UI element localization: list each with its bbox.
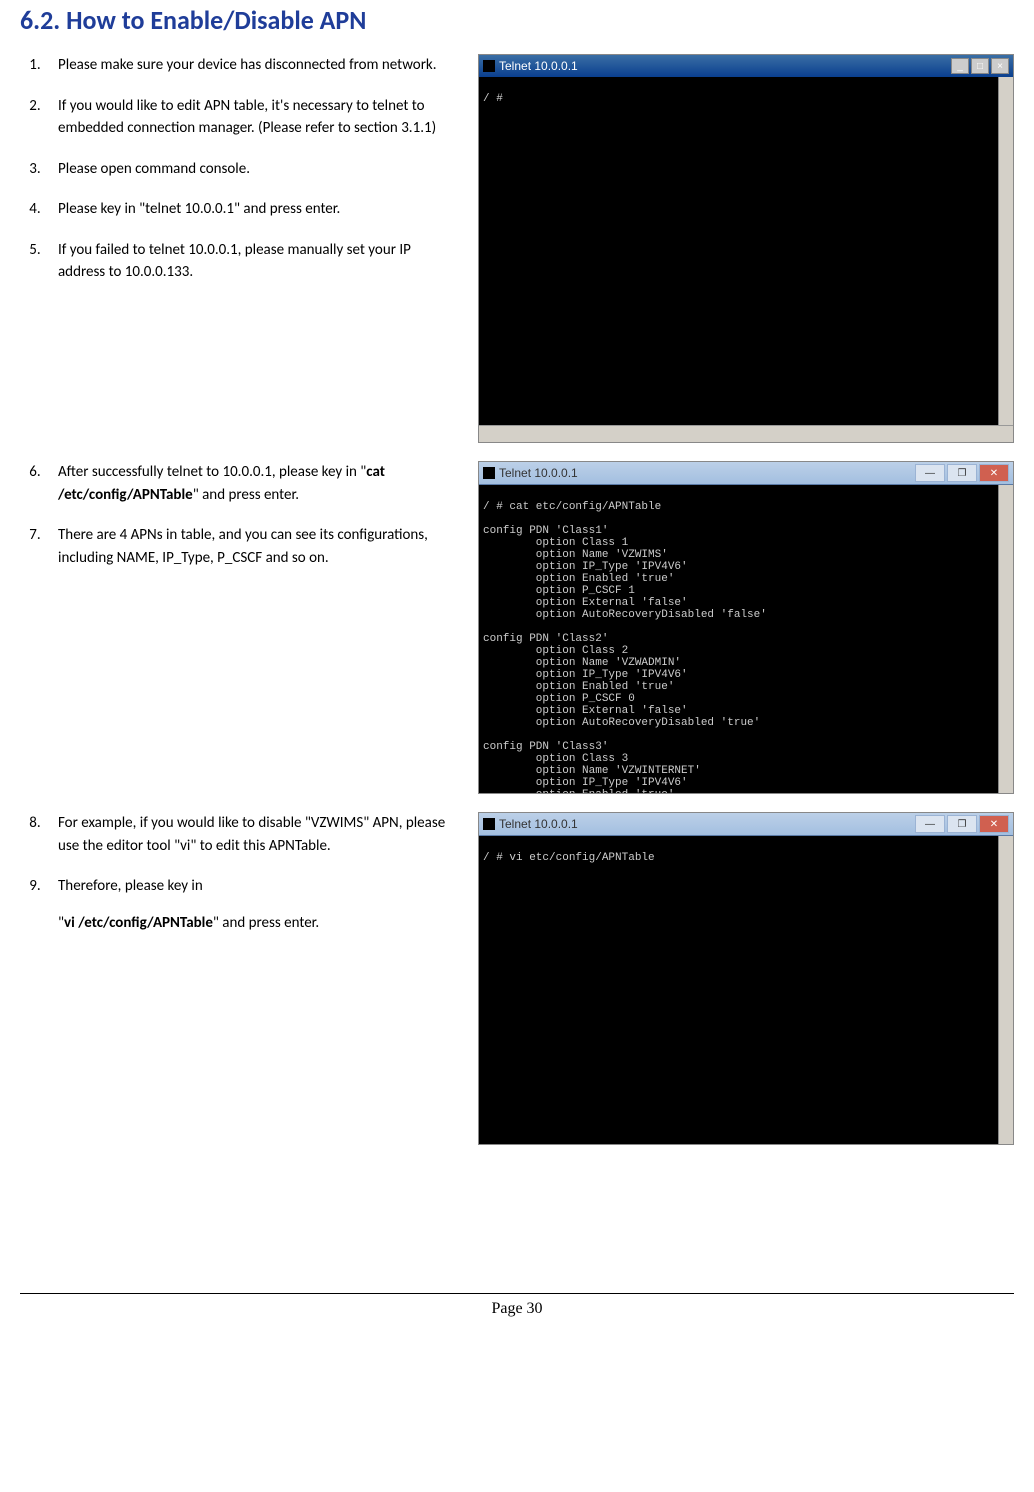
window-controls: _ □ × — [951, 58, 1009, 74]
maximize-button[interactable]: □ — [971, 58, 989, 74]
page-footer: Page 30 — [20, 1293, 1014, 1318]
terminal-icon — [483, 467, 495, 479]
scrollbar[interactable] — [998, 836, 1013, 1144]
step-3: Please open command console. — [44, 158, 460, 181]
minimize-button[interactable]: — — [915, 464, 945, 482]
close-button[interactable]: ✕ — [979, 815, 1009, 833]
terminal-body: / # vi etc/config/APNTable — [479, 836, 1013, 1144]
scrollbar[interactable] — [998, 485, 1013, 793]
terminal-icon — [483, 60, 495, 72]
status-bar — [479, 425, 1013, 442]
section-heading: 6.2. How to Enable/Disable APN — [20, 4, 1014, 36]
step-8: For example, if you would like to disabl… — [44, 812, 460, 857]
step-1: Please make sure your device has disconn… — [44, 54, 460, 77]
step-5: If you failed to telnet 10.0.0.1, please… — [44, 239, 460, 284]
minimize-button[interactable]: — — [915, 815, 945, 833]
step-9: Therefore, please key in "vi /etc/config… — [44, 875, 460, 934]
step-4: Please key in "telnet 10.0.0.1" and pres… — [44, 198, 460, 221]
close-button[interactable]: ✕ — [979, 464, 1009, 482]
step-2: If you would like to edit APN table, it'… — [44, 95, 460, 140]
terminal-window-3: Telnet 10.0.0.1 — ❐ ✕ / # vi etc/config/… — [478, 812, 1014, 1145]
scrollbar[interactable] — [998, 77, 1013, 425]
terminal-body: / # cat etc/config/APNTable config PDN '… — [479, 485, 1013, 793]
minimize-button[interactable]: _ — [951, 58, 969, 74]
terminal-icon — [483, 818, 495, 830]
terminal-window-2: Telnet 10.0.0.1 — ❐ ✕ / # cat etc/config… — [478, 461, 1014, 794]
terminal-window-1: Telnet 10.0.0.1 _ □ × / # — [478, 54, 1014, 443]
terminal-title: Telnet 10.0.0.1 — [499, 466, 578, 480]
step-7: There are 4 APNs in table, and you can s… — [44, 524, 460, 569]
terminal-title: Telnet 10.0.0.1 — [499, 817, 578, 831]
window-controls: — ❐ ✕ — [915, 815, 1009, 833]
window-controls: — ❐ ✕ — [915, 464, 1009, 482]
terminal-body: / # — [479, 77, 1013, 425]
maximize-button[interactable]: ❐ — [947, 464, 977, 482]
close-button[interactable]: × — [991, 58, 1009, 74]
step-6: After successfully telnet to 10.0.0.1, p… — [44, 461, 460, 506]
maximize-button[interactable]: ❐ — [947, 815, 977, 833]
terminal-title: Telnet 10.0.0.1 — [499, 59, 578, 73]
